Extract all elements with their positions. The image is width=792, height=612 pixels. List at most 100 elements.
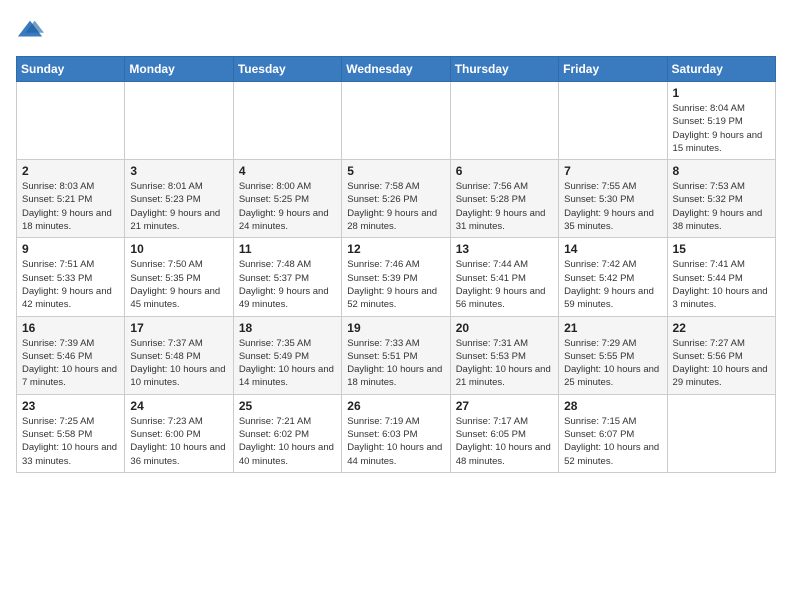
- calendar-cell: 21 Sunrise: 7:29 AM Sunset: 5:55 PM Dayli…: [559, 316, 667, 394]
- day-number: 14: [564, 242, 661, 256]
- calendar-cell: [233, 82, 341, 160]
- calendar-cell: 5 Sunrise: 7:58 AM Sunset: 5:26 PM Daylig…: [342, 160, 450, 238]
- day-info: Sunrise: 8:03 AM Sunset: 5:21 PM Dayligh…: [22, 180, 119, 233]
- day-number: 15: [673, 242, 770, 256]
- day-info: Sunrise: 7:53 AM Sunset: 5:32 PM Dayligh…: [673, 180, 770, 233]
- header-wednesday: Wednesday: [342, 57, 450, 82]
- calendar-cell: 17 Sunrise: 7:37 AM Sunset: 5:48 PM Dayli…: [125, 316, 233, 394]
- day-number: 26: [347, 399, 444, 413]
- calendar-cell: 10 Sunrise: 7:50 AM Sunset: 5:35 PM Dayli…: [125, 238, 233, 316]
- day-info: Sunrise: 8:01 AM Sunset: 5:23 PM Dayligh…: [130, 180, 227, 233]
- day-info: Sunrise: 7:33 AM Sunset: 5:51 PM Dayligh…: [347, 337, 444, 390]
- calendar-cell: 11Sunrise: 7:48 AM Sunset: 5:37 PM Dayli…: [233, 238, 341, 316]
- day-info: Sunrise: 7:29 AM Sunset: 5:55 PM Dayligh…: [564, 337, 661, 390]
- logo: [16, 16, 46, 44]
- day-number: 2: [22, 164, 119, 178]
- day-info: Sunrise: 7:27 AM Sunset: 5:56 PM Dayligh…: [673, 337, 770, 390]
- day-info: Sunrise: 7:48 AM Sunset: 5:37 PM Dayligh…: [239, 258, 336, 311]
- calendar-cell: 22 Sunrise: 7:27 AM Sunset: 5:56 PM Dayli…: [667, 316, 775, 394]
- header-thursday: Thursday: [450, 57, 558, 82]
- calendar-cell: 14 Sunrise: 7:42 AM Sunset: 5:42 PM Dayli…: [559, 238, 667, 316]
- day-info: Sunrise: 8:00 AM Sunset: 5:25 PM Dayligh…: [239, 180, 336, 233]
- calendar-cell: 27 Sunrise: 7:17 AM Sunset: 6:05 PM Dayli…: [450, 394, 558, 472]
- day-number: 24: [130, 399, 227, 413]
- calendar-cell: [17, 82, 125, 160]
- day-number: 19: [347, 321, 444, 335]
- calendar-cell: 28 Sunrise: 7:15 AM Sunset: 6:07 PM Dayli…: [559, 394, 667, 472]
- calendar-table: SundayMondayTuesdayWednesdayThursdayFrid…: [16, 56, 776, 473]
- day-info: Sunrise: 7:41 AM Sunset: 5:44 PM Dayligh…: [673, 258, 770, 311]
- day-number: 17: [130, 321, 227, 335]
- calendar-cell: 23Sunrise: 7:25 AM Sunset: 5:58 PM Dayli…: [17, 394, 125, 472]
- day-info: Sunrise: 7:55 AM Sunset: 5:30 PM Dayligh…: [564, 180, 661, 233]
- calendar-cell: 9 Sunrise: 7:51 AM Sunset: 5:33 PM Daylig…: [17, 238, 125, 316]
- calendar-week-row: 2 Sunrise: 8:03 AM Sunset: 5:21 PM Daylig…: [17, 160, 776, 238]
- header-tuesday: Tuesday: [233, 57, 341, 82]
- calendar-cell: 18 Sunrise: 7:35 AM Sunset: 5:49 PM Dayli…: [233, 316, 341, 394]
- calendar-cell: 3 Sunrise: 8:01 AM Sunset: 5:23 PM Daylig…: [125, 160, 233, 238]
- day-number: 4: [239, 164, 336, 178]
- day-number: 10: [130, 242, 227, 256]
- day-number: 22: [673, 321, 770, 335]
- calendar-cell: [342, 82, 450, 160]
- header-friday: Friday: [559, 57, 667, 82]
- calendar-cell: 7 Sunrise: 7:55 AM Sunset: 5:30 PM Daylig…: [559, 160, 667, 238]
- day-info: Sunrise: 7:58 AM Sunset: 5:26 PM Dayligh…: [347, 180, 444, 233]
- day-number: 18: [239, 321, 336, 335]
- calendar-cell: 26 Sunrise: 7:19 AM Sunset: 6:03 PM Dayli…: [342, 394, 450, 472]
- day-info: Sunrise: 7:19 AM Sunset: 6:03 PM Dayligh…: [347, 415, 444, 468]
- day-info: Sunrise: 7:46 AM Sunset: 5:39 PM Dayligh…: [347, 258, 444, 311]
- calendar-cell: [450, 82, 558, 160]
- calendar-cell: 16 Sunrise: 7:39 AM Sunset: 5:46 PM Dayli…: [17, 316, 125, 394]
- day-info: Sunrise: 7:35 AM Sunset: 5:49 PM Dayligh…: [239, 337, 336, 390]
- header: [16, 16, 776, 44]
- calendar-cell: 13Sunrise: 7:44 AM Sunset: 5:41 PM Dayli…: [450, 238, 558, 316]
- day-info: Sunrise: 7:50 AM Sunset: 5:35 PM Dayligh…: [130, 258, 227, 311]
- day-info: Sunrise: 7:44 AM Sunset: 5:41 PM Dayligh…: [456, 258, 553, 311]
- day-info: Sunrise: 7:37 AM Sunset: 5:48 PM Dayligh…: [130, 337, 227, 390]
- calendar-cell: 19 Sunrise: 7:33 AM Sunset: 5:51 PM Dayli…: [342, 316, 450, 394]
- calendar-cell: 1 Sunrise: 8:04 AM Sunset: 5:19 PM Daylig…: [667, 82, 775, 160]
- day-number: 1: [673, 86, 770, 100]
- day-info: Sunrise: 7:56 AM Sunset: 5:28 PM Dayligh…: [456, 180, 553, 233]
- day-info: Sunrise: 7:17 AM Sunset: 6:05 PM Dayligh…: [456, 415, 553, 468]
- day-number: 25: [239, 399, 336, 413]
- day-number: 12: [347, 242, 444, 256]
- day-number: 8: [673, 164, 770, 178]
- day-info: Sunrise: 7:21 AM Sunset: 6:02 PM Dayligh…: [239, 415, 336, 468]
- day-number: 3: [130, 164, 227, 178]
- day-info: Sunrise: 8:04 AM Sunset: 5:19 PM Dayligh…: [673, 102, 770, 155]
- day-number: 6: [456, 164, 553, 178]
- calendar-cell: [559, 82, 667, 160]
- logo-icon: [16, 16, 44, 44]
- day-info: Sunrise: 7:31 AM Sunset: 5:53 PM Dayligh…: [456, 337, 553, 390]
- calendar-cell: 12 Sunrise: 7:46 AM Sunset: 5:39 PM Dayli…: [342, 238, 450, 316]
- calendar-cell: 4 Sunrise: 8:00 AM Sunset: 5:25 PM Daylig…: [233, 160, 341, 238]
- day-info: Sunrise: 7:42 AM Sunset: 5:42 PM Dayligh…: [564, 258, 661, 311]
- calendar-week-row: 16 Sunrise: 7:39 AM Sunset: 5:46 PM Dayli…: [17, 316, 776, 394]
- day-number: 7: [564, 164, 661, 178]
- day-number: 16: [22, 321, 119, 335]
- header-monday: Monday: [125, 57, 233, 82]
- day-number: 5: [347, 164, 444, 178]
- day-info: Sunrise: 7:39 AM Sunset: 5:46 PM Dayligh…: [22, 337, 119, 390]
- calendar-cell: 6 Sunrise: 7:56 AM Sunset: 5:28 PM Daylig…: [450, 160, 558, 238]
- day-info: Sunrise: 7:15 AM Sunset: 6:07 PM Dayligh…: [564, 415, 661, 468]
- calendar-cell: 24 Sunrise: 7:23 AM Sunset: 6:00 PM Dayli…: [125, 394, 233, 472]
- day-number: 27: [456, 399, 553, 413]
- calendar-cell: 15 Sunrise: 7:41 AM Sunset: 5:44 PM Dayli…: [667, 238, 775, 316]
- day-info: Sunrise: 7:51 AM Sunset: 5:33 PM Dayligh…: [22, 258, 119, 311]
- calendar-header-row: SundayMondayTuesdayWednesdayThursdayFrid…: [17, 57, 776, 82]
- header-sunday: Sunday: [17, 57, 125, 82]
- day-info: Sunrise: 7:23 AM Sunset: 6:00 PM Dayligh…: [130, 415, 227, 468]
- day-info: Sunrise: 7:25 AM Sunset: 5:58 PM Dayligh…: [22, 415, 119, 468]
- calendar-week-row: 1 Sunrise: 8:04 AM Sunset: 5:19 PM Daylig…: [17, 82, 776, 160]
- calendar-cell: 20Sunrise: 7:31 AM Sunset: 5:53 PM Dayli…: [450, 316, 558, 394]
- header-saturday: Saturday: [667, 57, 775, 82]
- day-number: 9: [22, 242, 119, 256]
- day-number: 28: [564, 399, 661, 413]
- day-number: 21: [564, 321, 661, 335]
- calendar-week-row: 9 Sunrise: 7:51 AM Sunset: 5:33 PM Daylig…: [17, 238, 776, 316]
- calendar-week-row: 23Sunrise: 7:25 AM Sunset: 5:58 PM Dayli…: [17, 394, 776, 472]
- calendar-cell: 8 Sunrise: 7:53 AM Sunset: 5:32 PM Daylig…: [667, 160, 775, 238]
